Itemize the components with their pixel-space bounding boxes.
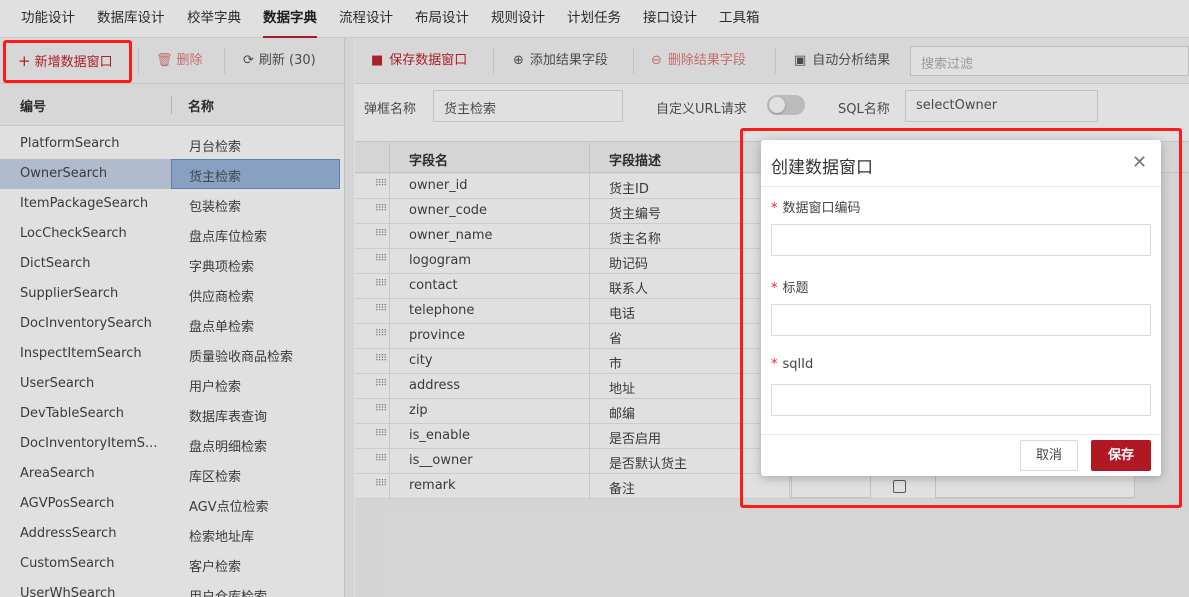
dialog-footer-divider (761, 434, 1161, 435)
data-window-code-input[interactable] (771, 224, 1151, 256)
save-button[interactable]: 保存 (1091, 440, 1151, 471)
sqlid-input[interactable] (771, 384, 1151, 416)
title-field-label: * 标题 (771, 281, 809, 296)
close-icon[interactable]: ✕ (1132, 152, 1147, 173)
code-field-label: * 数据窗口编码 (771, 201, 861, 216)
required-mark: * (771, 357, 778, 372)
dialog-divider (761, 186, 1161, 187)
cancel-button[interactable]: 取消 (1020, 440, 1078, 471)
dialog-title: 创建数据窗口 (771, 158, 873, 178)
sqlid-field-label: * sqlId (771, 357, 814, 372)
required-mark: * (771, 281, 778, 296)
title-input[interactable] (771, 304, 1151, 336)
create-data-window-dialog: 创建数据窗口 ✕ * 数据窗口编码 * 标题 * sqlId 取消 保存 (761, 140, 1161, 476)
required-mark: * (771, 201, 778, 216)
